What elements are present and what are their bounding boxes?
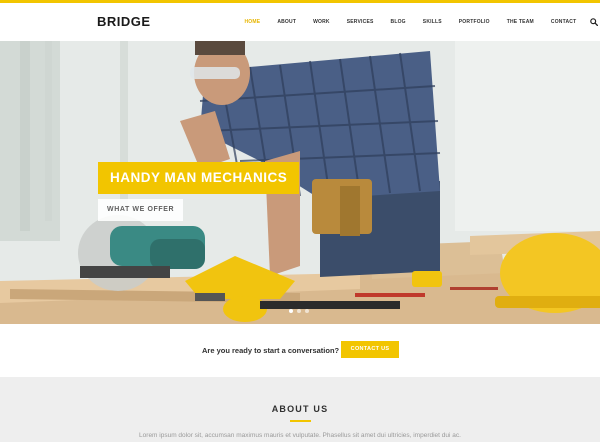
call-to-action-bar: Are you ready to start a conversation? C…: [0, 324, 600, 377]
hero-title: HANDY MAN MECHANICS: [98, 162, 300, 194]
cta-text: Are you ready to start a conversation?: [202, 346, 340, 355]
about-section: ABOUT US Lorem ipsum dolor sit, accumsan…: [0, 377, 600, 442]
hero-slider: HANDY MAN MECHANICS WHAT WE OFFER: [0, 41, 600, 324]
about-title-underline: [290, 420, 311, 422]
nav-item-work[interactable]: WORK: [313, 19, 330, 25]
nav-item-contact[interactable]: CONTACT: [551, 19, 576, 25]
nav-item-blog[interactable]: BLOG: [391, 19, 406, 25]
nav-item-portfolio[interactable]: PORTFOLIO: [459, 19, 490, 25]
site-header: BRIDGE HOME ABOUT WORK SERVICES BLOG SKI…: [0, 3, 600, 41]
slider-dot-2[interactable]: [297, 309, 301, 313]
hero-background-image: [0, 41, 600, 324]
about-text: Lorem ipsum dolor sit, accumsan maximus …: [139, 432, 461, 439]
nav-item-home[interactable]: HOME: [245, 19, 261, 25]
slider-pagination: [287, 309, 311, 313]
nav-item-about[interactable]: ABOUT: [277, 19, 296, 25]
contact-us-button[interactable]: CONTACT US: [341, 341, 399, 358]
slider-dot-1[interactable]: [289, 309, 293, 313]
site-logo[interactable]: BRIDGE: [97, 14, 151, 29]
about-title: ABOUT US: [271, 404, 329, 414]
nav-item-the-team[interactable]: THE TEAM: [507, 19, 534, 25]
hero-subtitle-button[interactable]: WHAT WE OFFER: [98, 199, 184, 221]
nav-item-services[interactable]: SERVICES: [347, 19, 374, 25]
nav-item-skills[interactable]: SKILLS: [423, 19, 442, 25]
main-nav: HOME ABOUT WORK SERVICES BLOG SKILLS POR…: [236, 3, 598, 41]
slider-dot-3[interactable]: [305, 309, 309, 313]
search-icon[interactable]: [590, 18, 598, 26]
